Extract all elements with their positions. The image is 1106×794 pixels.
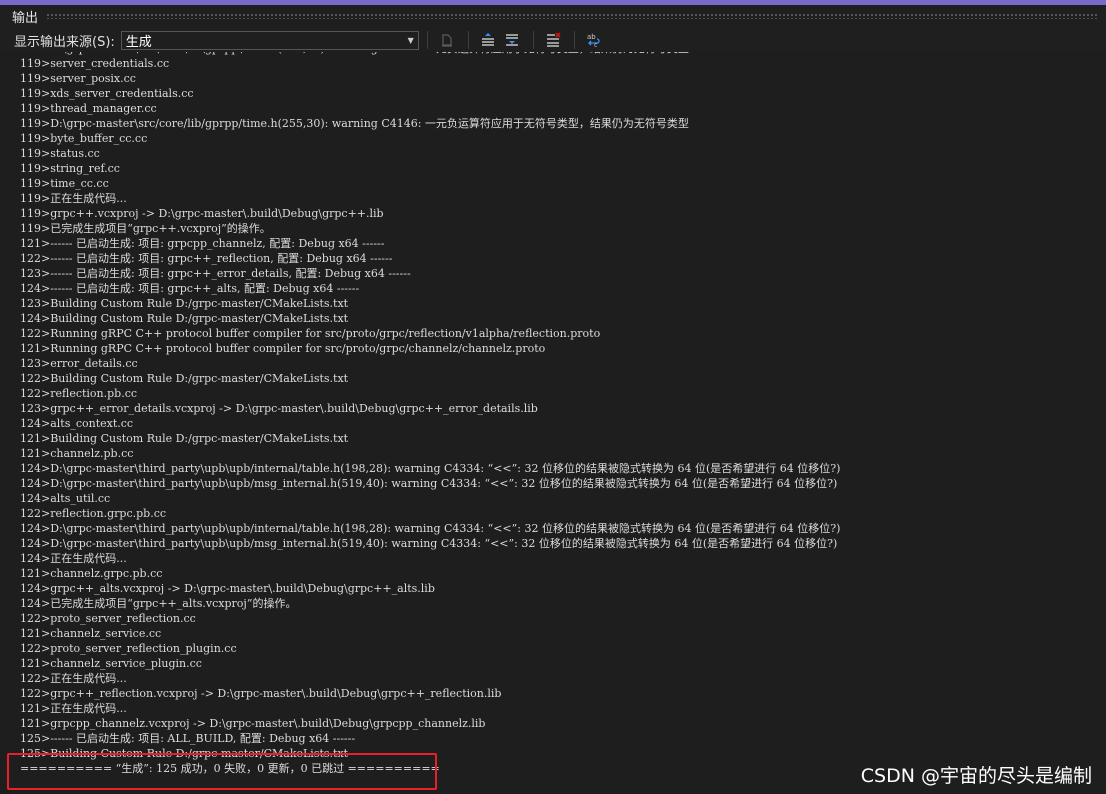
toolbar-separator: [573, 31, 575, 49]
output-line: 121>------ 已启动生成: 项目: grpcpp_channelz, 配…: [20, 237, 385, 250]
output-line: 119>status.cc: [20, 147, 100, 160]
output-source-dropdown[interactable]: 生成 ▼: [120, 30, 419, 50]
clear-all-icon: [546, 32, 561, 47]
output-line: 119>xds_server_credentials.cc: [20, 87, 194, 100]
output-line: 124>D:\grpc-master\third_party\upb\upb/i…: [20, 522, 841, 535]
output-line: 121>正在生成代码...: [20, 702, 127, 715]
output-line: 119>thread_manager.cc: [20, 102, 157, 115]
output-line: 122>proto_server_reflection.cc: [20, 612, 196, 625]
find-message-icon: [441, 34, 452, 47]
watermark: CSDN @宇宙的尽头是编制: [860, 765, 1092, 787]
output-line: 121>Building Custom Rule D:/grpc-master/…: [20, 432, 349, 445]
go-to-previous-message-button[interactable]: [477, 30, 499, 50]
output-line: 123>------ 已启动生成: 项目: grpc++_error_detai…: [20, 267, 411, 280]
output-line: 119>已完成生成项目“grpc++.vcxproj”的操作。: [20, 222, 271, 235]
toolbar-separator: [532, 31, 534, 49]
output-line: 119>byte_buffer_cc.cc: [20, 132, 148, 145]
output-line: 124>alts_context.cc: [20, 417, 134, 430]
output-line: 124>grpc++_alts.vcxproj -> D:\grpc-maste…: [20, 582, 435, 595]
output-lines: 119>D:\grpc-master\src\core\lib\gprpp\ti…: [20, 52, 840, 776]
output-line: 123>error_details.cc: [20, 357, 138, 370]
output-line: 122>reflection.grpc.pb.cc: [20, 507, 167, 520]
output-line: 121>channelz_service_plugin.cc: [20, 657, 202, 670]
output-line: 123>Building Custom Rule D:/grpc-master/…: [20, 297, 349, 310]
output-line: ========== “生成”: 125 成功，0 失败，0 更新，0 已跳过 …: [20, 762, 440, 775]
output-line: 125>Building Custom Rule D:/grpc-master/…: [20, 747, 349, 760]
output-line: 122>grpc++_reflection.vcxproj -> D:\grpc…: [20, 687, 502, 700]
chevron-down-icon: ▼: [407, 35, 414, 45]
output-line: 123>grpc++_error_details.vcxproj -> D:\g…: [20, 402, 538, 415]
clear-all-button[interactable]: [542, 30, 564, 50]
toolbar-separator: [426, 31, 428, 49]
output-text-area[interactable]: 119>D:\grpc-master\src\core\lib\gprpp\ti…: [0, 52, 1106, 794]
output-line: 119>D:\grpc-master\src/core/lib/gprpp/ti…: [20, 117, 689, 130]
output-line: 124>正在生成代码...: [20, 552, 127, 565]
go-to-previous-message-icon: [481, 33, 494, 46]
toggle-word-wrap-icon: ab c: [587, 33, 600, 48]
toolbar-separator: [467, 31, 469, 49]
svg-text:ab: ab: [587, 33, 596, 41]
svg-text:c: c: [594, 42, 597, 48]
toggle-word-wrap-button[interactable]: ab c: [583, 30, 605, 50]
output-line: 121>channelz_service.cc: [20, 627, 162, 640]
output-line: 124>Building Custom Rule D:/grpc-master/…: [20, 312, 349, 325]
output-line: 122>------ 已启动生成: 项目: grpc++_reflection,…: [20, 252, 393, 265]
output-source-label: 显示输出来源(S):: [14, 34, 115, 50]
output-line: 124>D:\grpc-master\third_party\upb\upb/m…: [20, 537, 838, 550]
output-line: 124>D:\grpc-master\third_party\upb\upb/m…: [20, 477, 838, 490]
output-line: 119>string_ref.cc: [20, 162, 120, 175]
output-line: 119>server_credentials.cc: [20, 57, 170, 70]
output-toolbar: 显示输出来源(S): 生成 ▼ ab c: [0, 28, 1106, 52]
output-line: 124>D:\grpc-master\third_party\upb\upb/i…: [20, 462, 841, 475]
panel-title: 输出: [12, 10, 39, 26]
output-line: 121>grpcpp_channelz.vcxproj -> D:\grpc-m…: [20, 717, 486, 730]
output-line: 125>------ 已启动生成: 项目: ALL_BUILD, 配置: Deb…: [20, 732, 356, 745]
output-line: 122>Running gRPC C++ protocol buffer com…: [20, 327, 601, 340]
output-panel-title-bar[interactable]: 输出: [0, 5, 1106, 27]
output-line: 119>time_cc.cc: [20, 177, 109, 190]
output-line: 119>正在生成代码...: [20, 192, 127, 205]
output-line: 119>grpc++.vcxproj -> D:\grpc-master\.bu…: [20, 207, 384, 220]
output-line: 124>已完成生成项目“grpc++_alts.vcxproj”的操作。: [20, 597, 297, 610]
output-line: 121>channelz.grpc.pb.cc: [20, 567, 163, 580]
find-message-button[interactable]: [436, 30, 458, 50]
output-line: 122>reflection.pb.cc: [20, 387, 138, 400]
output-line: 122>proto_server_reflection_plugin.cc: [20, 642, 237, 655]
output-source-value: 生成: [125, 34, 152, 50]
output-line: 122>正在生成代码...: [20, 672, 127, 685]
output-line: 124>------ 已启动生成: 项目: grpc++_alts, 配置: D…: [20, 282, 360, 295]
output-line: 119>server_posix.cc: [20, 72, 136, 85]
go-to-next-message-icon: [505, 34, 518, 46]
output-line: 121>channelz.pb.cc: [20, 447, 134, 460]
output-line: 124>alts_util.cc: [20, 492, 111, 505]
drag-grip[interactable]: [46, 13, 1098, 19]
output-line: 122>Building Custom Rule D:/grpc-master/…: [20, 372, 349, 385]
go-to-next-message-button[interactable]: [501, 30, 523, 50]
output-line: 121>Running gRPC C++ protocol buffer com…: [20, 342, 546, 355]
